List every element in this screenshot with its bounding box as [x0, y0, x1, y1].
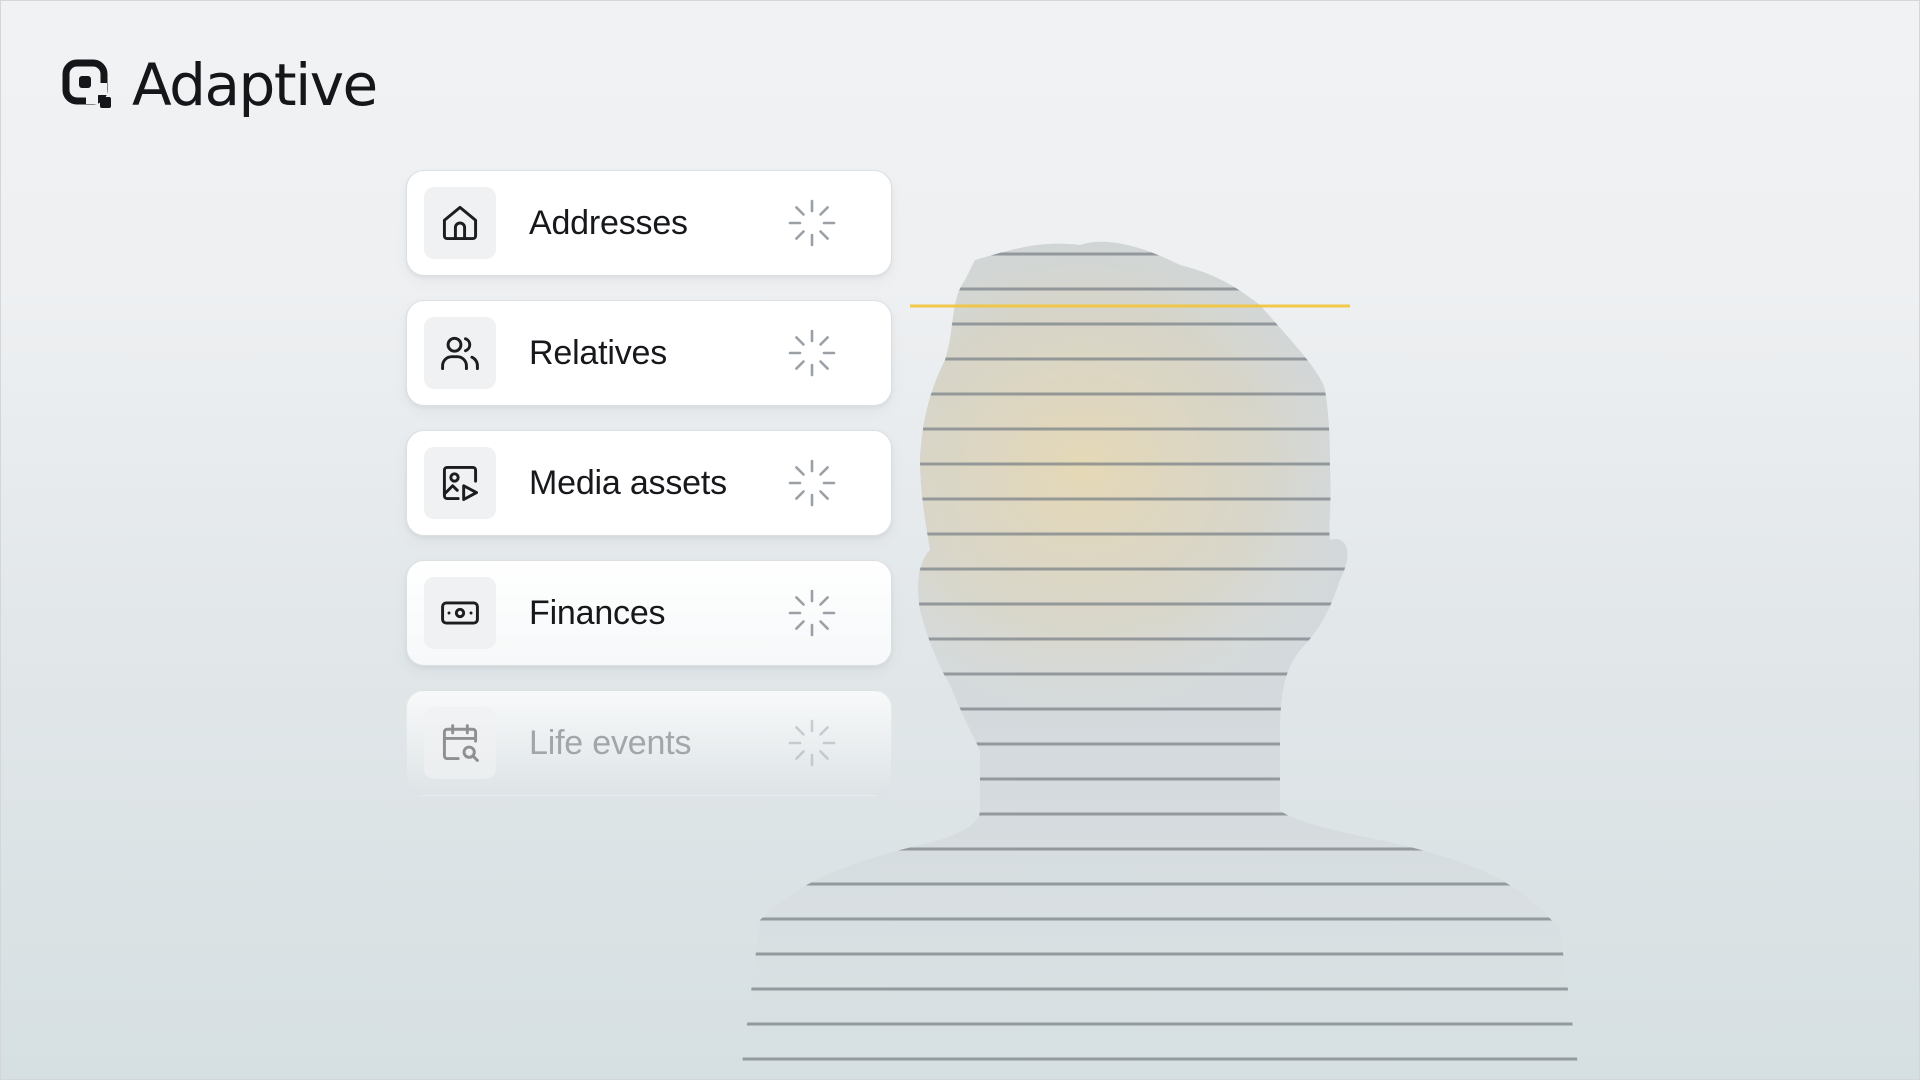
card-relatives[interactable]: Relatives — [406, 300, 892, 406]
loading-spinner-icon — [788, 589, 836, 637]
brand: Adaptive — [62, 51, 378, 119]
icon-container — [424, 707, 496, 779]
loading-spinner-icon — [788, 459, 836, 507]
icon-container — [424, 577, 496, 649]
card-label: Addresses — [529, 203, 688, 242]
card-label: Media assets — [529, 463, 727, 502]
card-addresses[interactable]: Addresses — [406, 170, 892, 276]
icon-container — [424, 187, 496, 259]
card-label: Finances — [529, 593, 666, 632]
card-media-assets[interactable]: Media assets — [406, 430, 892, 536]
banknote-icon — [441, 601, 479, 625]
card-finances[interactable]: Finances — [406, 560, 892, 666]
adaptive-logo-icon — [62, 59, 111, 108]
loading-spinner-icon — [788, 329, 836, 377]
image-play-icon — [442, 465, 478, 501]
card-life-events[interactable]: Life events — [406, 690, 892, 796]
card-label: Life events — [529, 723, 692, 762]
icon-container — [424, 317, 496, 389]
users-icon — [441, 336, 479, 371]
brand-name: Adaptive — [132, 51, 378, 119]
loading-spinner-icon — [788, 719, 836, 767]
card-label: Relatives — [529, 333, 668, 372]
home-icon — [442, 205, 478, 241]
calendar-search-icon — [442, 724, 479, 762]
loading-spinner-icon — [788, 199, 836, 247]
data-source-list: Addresses Relatives Media assets Finance… — [406, 170, 892, 820]
icon-container — [424, 447, 496, 519]
